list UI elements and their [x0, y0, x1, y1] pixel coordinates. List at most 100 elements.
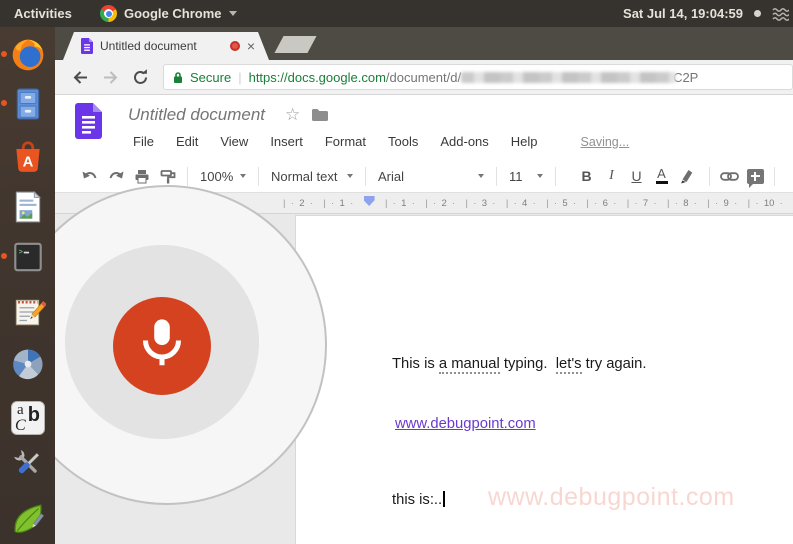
- insert-comment-button[interactable]: [742, 164, 768, 188]
- ruler-number: 2: [425, 198, 455, 209]
- launcher-shutter[interactable]: [8, 344, 48, 384]
- launcher-charmap[interactable]: abC: [8, 398, 48, 438]
- comment-plus-icon: [747, 169, 764, 184]
- text-line-2: www.debugpoint.com: [392, 414, 647, 434]
- text-color-letter: A: [657, 168, 666, 180]
- document-text[interactable]: This is a manual typing. let's try again…: [392, 314, 647, 544]
- forward-button[interactable]: [97, 64, 123, 90]
- microphone-icon: [140, 317, 184, 375]
- chrome-logo-icon: [100, 5, 117, 22]
- menu-edit[interactable]: Edit: [171, 132, 203, 151]
- clock[interactable]: Sat Jul 14, 19:04:59: [623, 6, 743, 21]
- url-host: https://docs.google.com: [249, 70, 386, 85]
- tools-icon: [10, 446, 46, 482]
- ruler-number: 10: [748, 198, 783, 209]
- launcher-files[interactable]: [8, 84, 48, 124]
- ruler-number: 4: [506, 198, 536, 209]
- desktop: Activities Google Chrome Sat Jul 14, 19:…: [0, 0, 793, 544]
- ruler-number: 9: [707, 198, 737, 209]
- launcher-terminal[interactable]: >: [8, 237, 48, 277]
- spellcheck-underline: a manual: [439, 356, 500, 374]
- character-map-icon: abC: [11, 401, 45, 435]
- paragraph-style-value: Normal text: [271, 169, 337, 184]
- saving-status[interactable]: Saving...: [581, 135, 630, 149]
- text-cursor: [443, 491, 445, 507]
- chevron-down-icon: [537, 174, 543, 178]
- ruler-indent-marker[interactable]: [364, 196, 375, 206]
- browser-tab[interactable]: Untitled document ×: [63, 32, 269, 60]
- document-link[interactable]: www.debugpoint.com: [392, 416, 536, 432]
- url-obscured-id: [461, 72, 676, 83]
- shutter-icon: [10, 346, 46, 382]
- secure-label[interactable]: Secure: [190, 70, 231, 85]
- ubuntu-top-bar: Activities Google Chrome Sat Jul 14, 19:…: [0, 0, 793, 27]
- back-button[interactable]: [67, 64, 93, 90]
- print-icon: [134, 169, 150, 184]
- menu-format[interactable]: Format: [320, 132, 371, 151]
- font-size-value: 11: [509, 169, 523, 184]
- menu-file[interactable]: File: [128, 132, 159, 151]
- chevron-down-icon: [240, 174, 246, 178]
- folder-icon[interactable]: [312, 109, 328, 121]
- font-size-select[interactable]: 11: [503, 164, 549, 188]
- recording-indicator-icon: [230, 41, 240, 51]
- italic-button[interactable]: I: [599, 164, 624, 188]
- chevron-down-icon: [229, 11, 237, 16]
- redo-icon: [107, 169, 125, 183]
- menu-view[interactable]: View: [215, 132, 253, 151]
- ruler-number: 3: [466, 198, 496, 209]
- url-input[interactable]: Secure | https://docs.google.com/documen…: [163, 64, 793, 90]
- back-arrow-icon: [72, 69, 89, 86]
- zoom-value: 100%: [200, 169, 233, 184]
- document-title[interactable]: Untitled document: [128, 105, 265, 125]
- firefox-icon: [10, 37, 46, 73]
- leaf-pencil-icon: [10, 501, 46, 537]
- paint-roller-icon: [160, 169, 176, 184]
- voice-panel-circle: [7, 185, 327, 505]
- new-tab-button[interactable]: [274, 36, 316, 53]
- launcher-software[interactable]: A: [8, 137, 48, 177]
- reload-icon: [132, 69, 149, 86]
- insert-link-button[interactable]: [716, 164, 742, 188]
- menu-addons[interactable]: Add-ons: [435, 132, 493, 151]
- menu-insert[interactable]: Insert: [265, 132, 308, 151]
- text-color-button[interactable]: A: [649, 164, 674, 188]
- star-icon[interactable]: ☆: [285, 108, 300, 122]
- underline-button[interactable]: U: [624, 164, 649, 188]
- undo-icon: [81, 169, 99, 183]
- launcher-notes[interactable]: [8, 292, 48, 332]
- font-select[interactable]: Arial: [372, 164, 490, 188]
- menu-bar: File Edit View Insert Format Tools Add-o…: [128, 132, 629, 151]
- forward-arrow-icon: [102, 69, 119, 86]
- url-tail: C2P: [673, 70, 698, 85]
- highlight-button[interactable]: [674, 164, 699, 188]
- svg-text:>: >: [18, 249, 23, 257]
- launcher-firefox[interactable]: [8, 35, 48, 75]
- ruler-number: 6: [586, 198, 616, 209]
- ruler-number: 7: [627, 198, 657, 209]
- reload-button[interactable]: [127, 64, 153, 90]
- launcher-writer[interactable]: [8, 187, 48, 227]
- chevron-down-icon: [347, 174, 353, 178]
- launcher-tools[interactable]: [8, 444, 48, 484]
- menu-help[interactable]: Help: [506, 132, 543, 151]
- network-waves-icon[interactable]: [772, 7, 789, 21]
- ruler-ticks: 2112345678910: [283, 193, 783, 213]
- ruler-number: 1: [323, 198, 353, 209]
- docs-favicon: [81, 38, 93, 54]
- app-menu-button[interactable]: Google Chrome: [100, 0, 237, 27]
- tab-title: Untitled document: [100, 39, 223, 53]
- lock-icon: [173, 71, 183, 84]
- tab-close-button[interactable]: ×: [247, 41, 255, 51]
- voice-typing-mic-button[interactable]: [113, 297, 211, 395]
- status-dot-icon: [754, 10, 761, 17]
- menu-tools[interactable]: Tools: [383, 132, 423, 151]
- activities-button[interactable]: Activities: [14, 0, 72, 27]
- docs-logo-icon[interactable]: [75, 103, 102, 139]
- launcher-leafpad[interactable]: [8, 499, 48, 539]
- font-value: Arial: [378, 169, 404, 184]
- highlighter-icon: [679, 168, 694, 184]
- bold-button[interactable]: B: [574, 164, 599, 188]
- document-page[interactable]: This is a manual typing. let's try again…: [295, 215, 793, 544]
- address-bar: Secure | https://docs.google.com/documen…: [55, 60, 793, 95]
